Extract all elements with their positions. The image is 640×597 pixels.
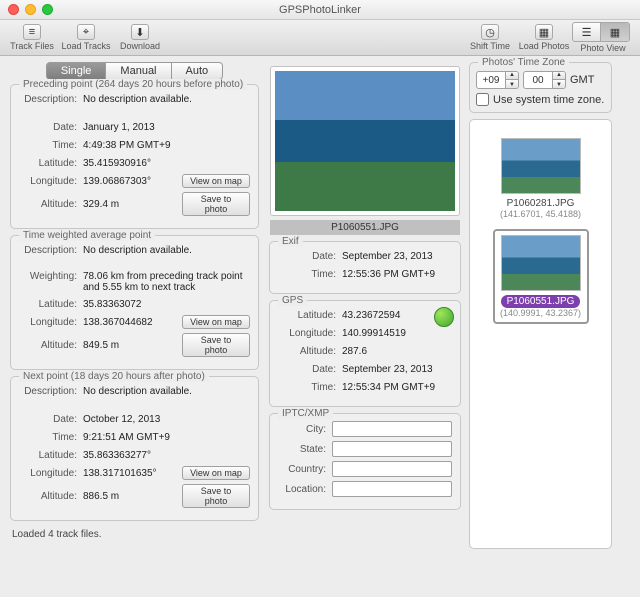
download-icon: ⬇ — [131, 24, 149, 40]
clock-icon: ◷ — [481, 24, 499, 40]
globe-icon[interactable] — [434, 307, 454, 327]
iptc-group: IPTC/XMP City: State: Country: Location: — [269, 413, 461, 510]
city-input[interactable] — [332, 421, 452, 437]
toolbar: ≡Track Files ⌖Load Tracks ⬇Download ◷Shi… — [0, 20, 640, 56]
next-save-button[interactable]: Save to photo — [182, 484, 250, 508]
tab-auto[interactable]: Auto — [172, 62, 224, 80]
photo-image — [275, 71, 455, 211]
tab-manual[interactable]: Manual — [106, 62, 171, 80]
weighted-view-map-button[interactable]: View on map — [182, 315, 250, 329]
tz-mins-stepper[interactable]: ▲▼ — [523, 71, 566, 89]
country-input[interactable] — [332, 461, 452, 477]
tz-hours-stepper[interactable]: ▲▼ — [476, 71, 519, 89]
chevron-up-icon[interactable]: ▲ — [553, 71, 565, 80]
chevron-down-icon[interactable]: ▼ — [506, 80, 518, 89]
weighted-save-button[interactable]: Save to photo — [182, 333, 250, 357]
photo-view-segmented[interactable]: ☰▦ — [572, 22, 630, 42]
titlebar: GPSPhotoLinker — [0, 0, 640, 20]
loaded-status: Loaded 4 track files. — [10, 527, 259, 540]
track-files-icon: ≡ — [23, 24, 41, 40]
next-point-group: Next point (18 days 20 hours after photo… — [10, 376, 259, 521]
mode-tabs: Single Manual Auto — [10, 62, 259, 80]
preceding-save-button[interactable]: Save to photo — [182, 192, 250, 216]
timezone-group: Photos' Time Zone ▲▼ ▲▼ GMT Use system t… — [469, 62, 612, 113]
chevron-down-icon[interactable]: ▼ — [553, 80, 565, 89]
thumbnail-name-selected: P1060551.JPG — [501, 295, 581, 308]
preceding-view-map-button[interactable]: View on map — [182, 174, 250, 188]
state-input[interactable] — [332, 441, 452, 457]
track-files-button[interactable]: ≡Track Files — [6, 22, 58, 54]
shift-time-button[interactable]: ◷Shift Time — [464, 22, 516, 54]
load-tracks-button[interactable]: ⌖Load Tracks — [60, 22, 112, 54]
thumbnail-image — [501, 138, 581, 194]
thumbnail-list[interactable]: P1060281.JPG (141.6701, 45.4188) P106055… — [469, 119, 612, 549]
view-list-icon[interactable]: ☰ — [573, 23, 601, 41]
use-system-tz-checkbox[interactable]: Use system time zone. — [476, 93, 605, 106]
view-grid-icon[interactable]: ▦ — [601, 23, 629, 41]
thumbnail-item[interactable]: P1060281.JPG (141.6701, 45.4188) — [470, 120, 611, 219]
thumbnail-image — [501, 235, 581, 291]
photo-filename: P1060551.JPG — [270, 220, 460, 235]
location-input[interactable] — [332, 481, 452, 497]
tab-single[interactable]: Single — [46, 62, 107, 80]
gps-icon: ⌖ — [77, 24, 95, 40]
gps-group: GPS Latitude:43.23672594 Longitude:140.9… — [269, 300, 461, 407]
chevron-up-icon[interactable]: ▲ — [506, 71, 518, 80]
exif-group: Exif Date:September 23, 2013 Time:12:55:… — [269, 241, 461, 294]
photo-icon: ▦ — [535, 24, 553, 40]
weighted-point-group: Time weighted average point Description:… — [10, 235, 259, 370]
next-view-map-button[interactable]: View on map — [182, 466, 250, 480]
window-title: GPSPhotoLinker — [0, 4, 640, 16]
load-photos-button[interactable]: ▦Load Photos — [518, 22, 570, 54]
thumbnail-item-selected[interactable]: P1060551.JPG (140.9991, 43.2367) — [493, 229, 589, 324]
preceding-point-group: Preceding point (264 days 20 hours befor… — [10, 84, 259, 229]
download-button[interactable]: ⬇Download — [114, 22, 166, 54]
photo-preview[interactable] — [270, 66, 460, 216]
